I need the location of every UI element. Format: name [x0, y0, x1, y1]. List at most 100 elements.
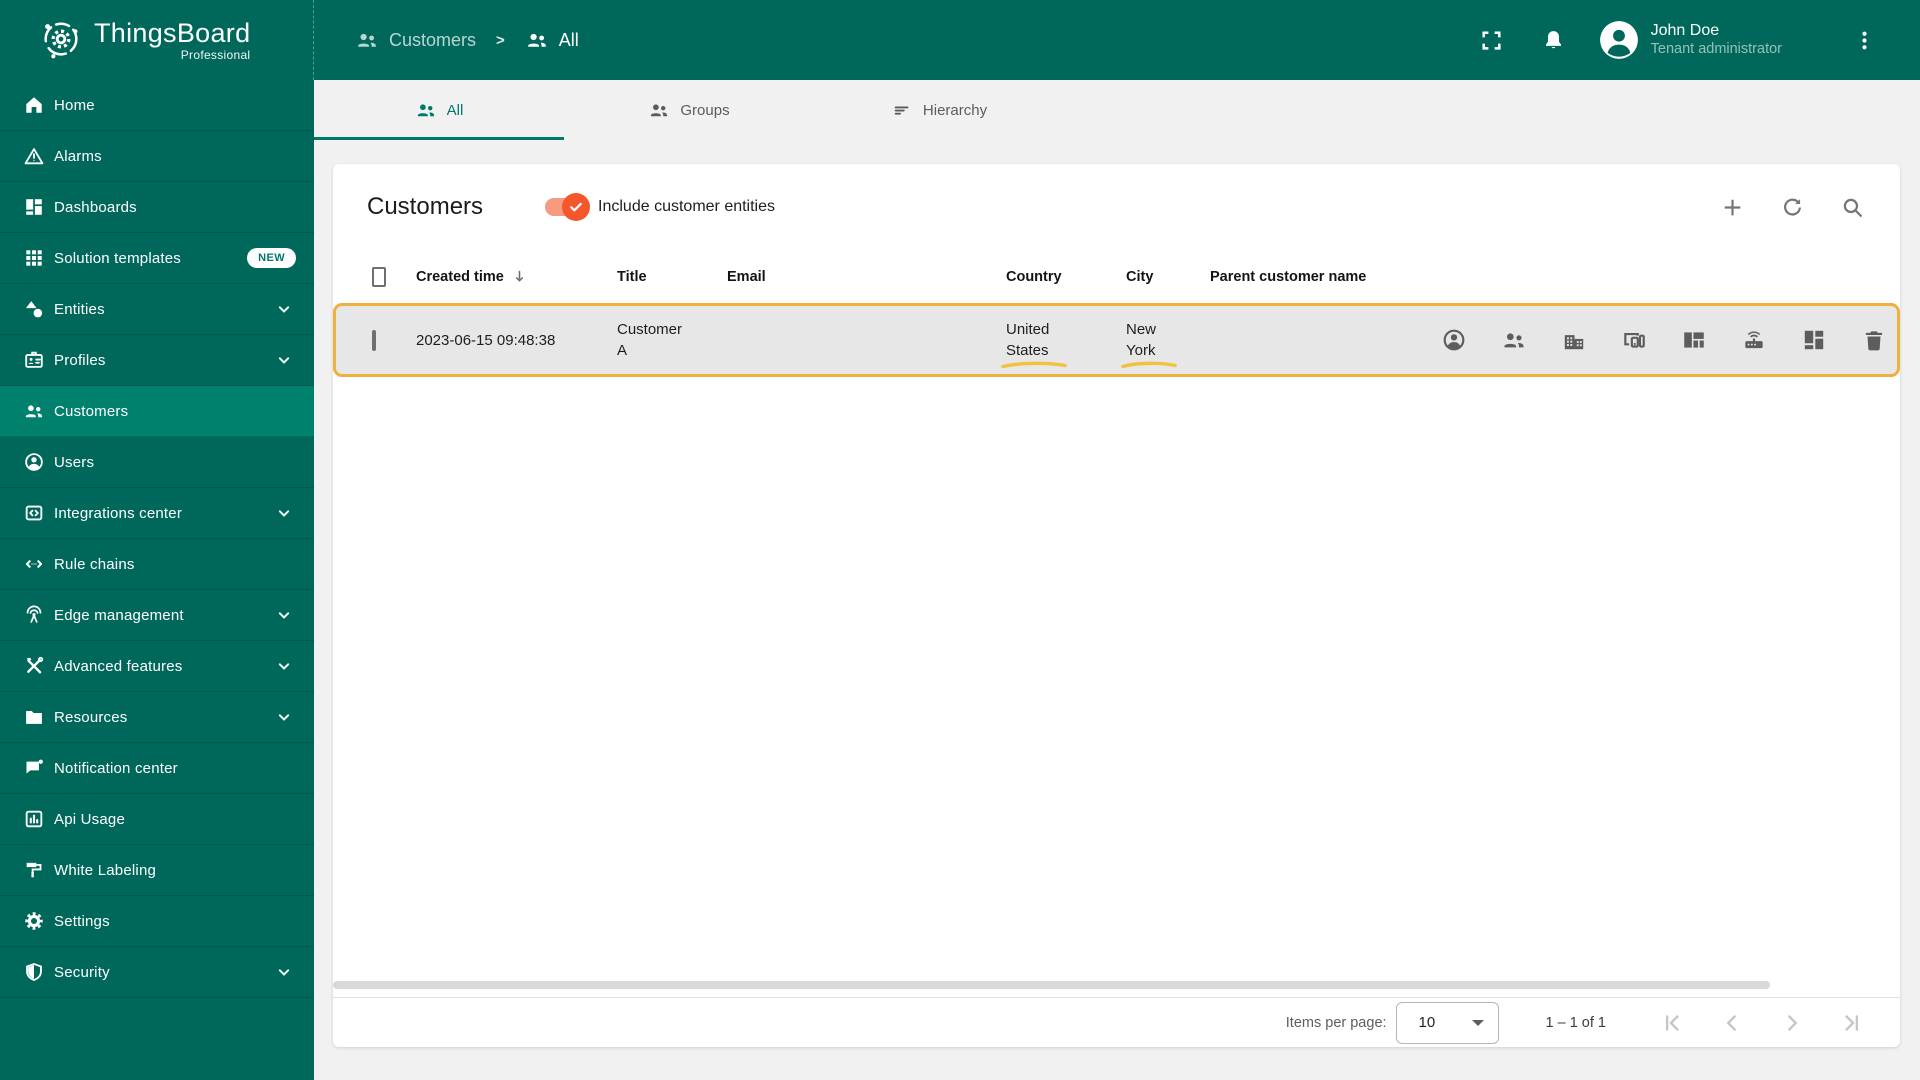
tab-label: All	[446, 101, 464, 119]
badge-icon	[25, 351, 43, 368]
manage-customers-button[interactable]	[1490, 316, 1538, 364]
notifications-button[interactable]	[1534, 20, 1574, 60]
sidebar-item-customers[interactable]: Customers	[0, 386, 314, 437]
column-parent-customer-name[interactable]: Parent customer name	[1210, 269, 1430, 285]
sidebar-item-white-labeling[interactable]: White Labeling	[0, 845, 314, 896]
prev-page-icon	[1727, 1014, 1736, 1031]
fullscreen-button[interactable]	[1472, 20, 1512, 60]
kebab-menu-icon	[1861, 31, 1867, 49]
breadcrumb-customers[interactable]: Customers	[355, 28, 476, 52]
sidebar-item-security[interactable]: Security	[0, 947, 314, 998]
next-page-icon	[1788, 1014, 1797, 1031]
include-customer-entities-toggle[interactable]	[545, 193, 591, 221]
column-email[interactable]: Email	[727, 269, 1006, 285]
sidebar-item-api-usage[interactable]: Api Usage	[0, 794, 314, 845]
sidebar-item-profiles[interactable]: Profiles	[0, 335, 314, 386]
top-bar: ThingsBoard Professional Customers > All	[0, 0, 1920, 80]
sidebar-item-solution-templates[interactable]: Solution templates NEW	[0, 233, 314, 284]
sidebar-item-resources[interactable]: Resources	[0, 692, 314, 743]
select-all-checkbox[interactable]	[372, 266, 386, 287]
fullscreen-icon	[1482, 30, 1501, 50]
manage-widgets-button[interactable]	[1790, 316, 1838, 364]
sidebar-item-dashboards[interactable]: Dashboards	[0, 182, 314, 233]
manage-devices-button[interactable]	[1610, 316, 1658, 364]
sidebar-item-entities[interactable]: Entities	[0, 284, 314, 335]
folder-icon	[26, 710, 42, 724]
table-row[interactable]: 2023-06-15 09:48:38 Customer A United St…	[333, 303, 1900, 377]
tab-all[interactable]: All	[314, 80, 564, 140]
paint-roller-icon	[26, 862, 42, 878]
sidebar-item-home[interactable]: Home	[0, 80, 314, 131]
sidebar-item-notification-center[interactable]: Notification center	[0, 743, 314, 794]
sidebar: Home Alarms Dashboards Solution template…	[0, 80, 314, 1080]
tab-label: Hierarchy	[922, 101, 988, 119]
column-country[interactable]: Country	[1006, 269, 1126, 285]
breadcrumb-label: All	[558, 29, 579, 50]
hierarchy-icon	[894, 106, 909, 115]
last-page-button[interactable]	[1828, 999, 1876, 1047]
people-icon	[25, 405, 43, 418]
tab-hierarchy[interactable]: Hierarchy	[814, 80, 1064, 140]
tab-groups[interactable]: Groups	[564, 80, 814, 140]
tab-label: Groups	[680, 101, 730, 119]
delete-button[interactable]	[1850, 316, 1898, 364]
sidebar-item-edge-management[interactable]: Edge management	[0, 590, 314, 641]
horizontal-scrollbar-thumb[interactable]	[333, 981, 1770, 989]
people-icon	[651, 104, 668, 117]
user-menu[interactable]: John Doe Tenant administrator	[1651, 21, 1782, 59]
sidebar-item-alarms[interactable]: Alarms	[0, 131, 314, 182]
breadcrumb: Customers > All	[355, 0, 579, 80]
sidebar-item-integrations-center[interactable]: Integrations center	[0, 488, 314, 539]
last-page-icon	[1845, 1014, 1859, 1031]
search-icon	[1843, 198, 1862, 217]
sidebar-item-users[interactable]: Users	[0, 437, 314, 488]
sidebar-item-advanced-features[interactable]: Advanced features	[0, 641, 314, 692]
notification-icon	[26, 759, 43, 774]
sidebar-item-rule-chains[interactable]: Rule chains	[0, 539, 314, 590]
sidebar-item-settings[interactable]: Settings	[0, 896, 314, 947]
manage-edges-button[interactable]	[1730, 316, 1778, 364]
column-city[interactable]: City	[1126, 269, 1210, 285]
thingsboard-logo-icon	[44, 22, 78, 59]
gear-icon	[25, 912, 43, 930]
items-per-page-select[interactable]: 10	[1395, 1001, 1499, 1044]
next-page-button[interactable]	[1768, 999, 1816, 1047]
add-icon	[1724, 199, 1740, 215]
refresh-button[interactable]	[1772, 187, 1812, 227]
prev-page-button[interactable]	[1708, 999, 1756, 1047]
cell-city: New York	[1121, 319, 1210, 369]
page-title: Customers	[367, 193, 484, 220]
people-icon	[527, 33, 546, 47]
manage-users-button[interactable]	[1430, 316, 1478, 364]
items-per-page-label: Items per page:	[1285, 1014, 1387, 1031]
manage-dashboards-button[interactable]	[1670, 316, 1718, 364]
breadcrumb-all[interactable]: All	[525, 28, 579, 52]
dashboard-icon	[26, 199, 42, 215]
people-icon	[417, 104, 434, 117]
row-checkbox[interactable]	[372, 329, 376, 351]
manage-edges-icon	[1745, 331, 1763, 349]
search-button[interactable]	[1832, 187, 1872, 227]
manage-assets-button[interactable]	[1550, 316, 1598, 364]
page-navigation	[1648, 999, 1876, 1047]
chevron-down-icon	[278, 663, 290, 670]
sort-desc-arrow-icon	[515, 270, 523, 282]
shield-icon	[26, 962, 42, 981]
first-page-button[interactable]	[1648, 999, 1696, 1047]
cell-title: Customer A	[617, 321, 683, 359]
top-bar-actions: John Doe Tenant administrator	[1472, 0, 1920, 80]
rule-chain-icon	[25, 560, 43, 568]
notifications-bell-icon	[1546, 30, 1562, 48]
chevron-down-icon	[278, 357, 290, 364]
column-title[interactable]: Title	[617, 269, 727, 285]
manage-dashboards-icon	[1684, 332, 1704, 348]
column-created-time[interactable]: Created time	[416, 268, 617, 285]
manage-widgets-icon	[1804, 330, 1824, 350]
thingsboard-app: ThingsBoard Professional Customers > All	[0, 0, 1920, 1080]
logo[interactable]: ThingsBoard Professional	[0, 0, 314, 80]
avatar[interactable]	[1599, 21, 1638, 59]
more-menu-button[interactable]	[1844, 20, 1884, 60]
add-customer-button[interactable]	[1712, 187, 1752, 227]
user-name: John Doe	[1650, 22, 1720, 39]
tools-icon	[27, 656, 44, 674]
